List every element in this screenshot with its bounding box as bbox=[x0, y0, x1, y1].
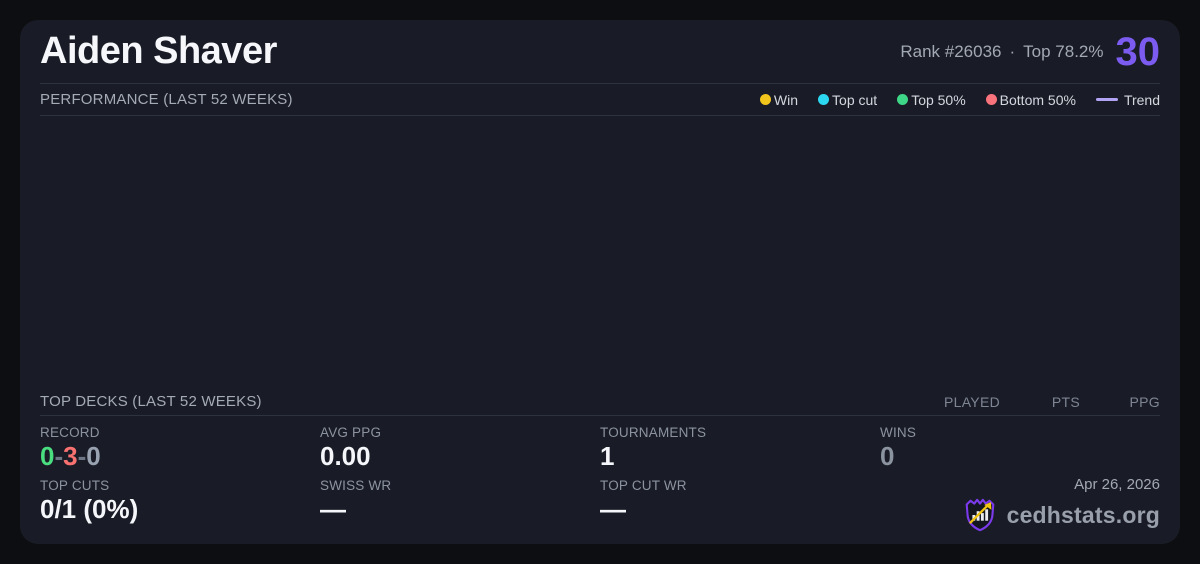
top50-dot-icon bbox=[897, 94, 909, 105]
footer-date: Apr 26, 2026 bbox=[1074, 476, 1160, 493]
brand-link[interactable]: cedhstats.org bbox=[961, 496, 1160, 534]
legend-label-bottom50: Bottom 50% bbox=[999, 91, 1076, 108]
legend-item-win: Win bbox=[759, 91, 799, 108]
stat-top-cut-wr-label: TOP CUT WR bbox=[600, 478, 687, 493]
header-rank-block: Rank #26036 · Top 78.2% 30 bbox=[900, 32, 1160, 72]
column-header-pts: PTS bbox=[1051, 393, 1080, 410]
column-header-ppg: PPG bbox=[1129, 393, 1160, 410]
stat-wins-label: WINS bbox=[880, 425, 917, 440]
legend-item-top50: Top 50% bbox=[897, 91, 966, 108]
legend-label-win: Win bbox=[773, 91, 799, 108]
trend-line-icon bbox=[1095, 98, 1118, 101]
stat-top-cut-wr: TOP CUT WR — bbox=[600, 476, 880, 536]
stat-tournaments-value: 1 bbox=[600, 441, 615, 471]
legend-label-top-cut: Top cut bbox=[832, 91, 878, 108]
performance-chart bbox=[20, 116, 1180, 388]
performance-section-title: PERFORMANCE (LAST 52 WEEKS) bbox=[40, 91, 293, 108]
player-score: 30 bbox=[1115, 29, 1161, 74]
stat-avg-ppg-value: 0.00 bbox=[320, 441, 371, 471]
cedhstats-shield-logo-icon bbox=[965, 498, 994, 532]
footer-brand-block: Apr 26, 2026 cedhstats.org bbox=[880, 476, 1160, 536]
performance-section-header: PERFORMANCE (LAST 52 WEEKS) Win Top cut … bbox=[40, 84, 1160, 116]
stat-top-cuts-value: 0/1 (0%) bbox=[40, 494, 139, 524]
stat-top-cut-wr-value: — bbox=[600, 494, 626, 524]
stat-avg-ppg: AVG PPG 0.00 bbox=[320, 423, 600, 476]
stat-top-cuts: TOP CUTS 0/1 (0%) bbox=[40, 476, 320, 536]
stat-avg-ppg-label: AVG PPG bbox=[320, 425, 382, 440]
column-header-played: PLAYED bbox=[943, 393, 1000, 410]
stat-record-value: 0-3-0 bbox=[40, 441, 320, 471]
stat-tournaments: TOURNAMENTS 1 bbox=[600, 423, 880, 476]
rank-line: Rank #26036 · Top 78.2% bbox=[900, 42, 1103, 62]
win-dot-icon bbox=[759, 94, 771, 105]
record-draws: 0 bbox=[86, 441, 101, 471]
record-separator-2: - bbox=[77, 441, 87, 471]
top-decks-section-title: TOP DECKS (LAST 52 WEEKS) bbox=[40, 393, 262, 410]
page-title: Aiden Shaver bbox=[40, 30, 277, 72]
top-percent-text: Top 78.2% bbox=[1023, 41, 1104, 61]
top-decks-column-headers: PLAYED PTS PPG bbox=[920, 394, 1160, 410]
bottom50-dot-icon bbox=[985, 94, 997, 105]
stat-wins-value: 0 bbox=[880, 441, 895, 471]
stat-swiss-wr: SWISS WR — bbox=[320, 476, 600, 536]
stat-record: RECORD 0-3-0 bbox=[40, 423, 320, 476]
legend-label-trend: Trend bbox=[1123, 91, 1160, 108]
legend-item-top-cut: Top cut bbox=[818, 92, 877, 108]
brand-text: cedhstats.org bbox=[1006, 501, 1160, 528]
player-stats-card: Aiden Shaver Rank #26036 · Top 78.2% 30 … bbox=[20, 20, 1180, 544]
chart-legend: Win Top cut Top 50% Bottom 50% Trend bbox=[759, 91, 1160, 108]
record-wins: 0 bbox=[40, 441, 55, 471]
stat-record-label: RECORD bbox=[40, 425, 100, 440]
rank-dot-separator: · bbox=[1009, 41, 1016, 61]
record-losses: 3 bbox=[63, 441, 78, 471]
stats-grid: RECORD 0-3-0 AVG PPG 0.00 TOURNAMENTS 1 … bbox=[40, 416, 1160, 544]
legend-label-top50: Top 50% bbox=[911, 91, 966, 108]
stat-tournaments-label: TOURNAMENTS bbox=[600, 425, 707, 440]
record-separator-1: - bbox=[54, 441, 64, 471]
card-header: Aiden Shaver Rank #26036 · Top 78.2% 30 bbox=[40, 20, 1160, 84]
stat-swiss-wr-value: — bbox=[320, 494, 346, 524]
legend-item-trend: Trend bbox=[1095, 91, 1160, 108]
legend-item-bottom50: Bottom 50% bbox=[985, 91, 1076, 108]
stat-swiss-wr-label: SWISS WR bbox=[320, 478, 392, 493]
stat-top-cuts-label: TOP CUTS bbox=[40, 478, 110, 493]
rank-text: Rank #26036 bbox=[900, 41, 1002, 61]
top-cut-dot-icon bbox=[818, 94, 830, 105]
stat-wins: WINS 0 bbox=[880, 423, 1160, 476]
top-decks-section-header: TOP DECKS (LAST 52 WEEKS) PLAYED PTS PPG bbox=[40, 388, 1160, 416]
page-background: Aiden Shaver Rank #26036 · Top 78.2% 30 … bbox=[0, 0, 1200, 564]
